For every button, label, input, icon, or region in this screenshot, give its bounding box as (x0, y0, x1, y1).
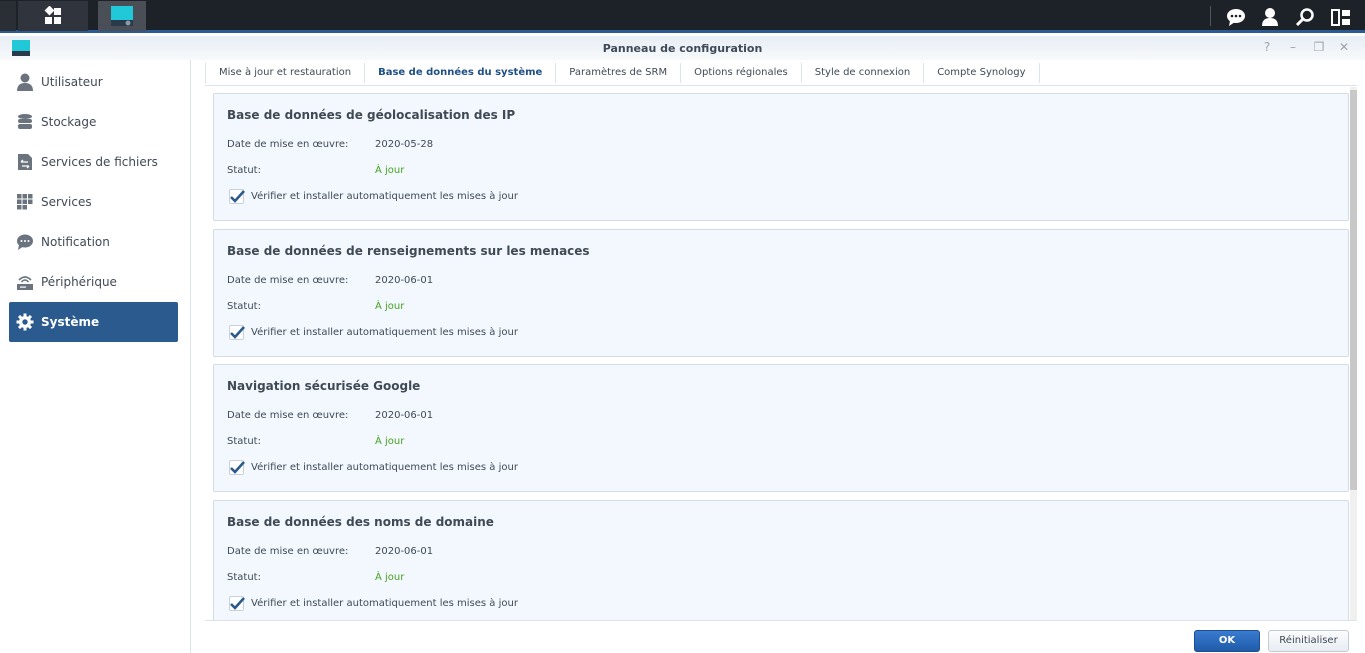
chat-button[interactable] (1223, 4, 1249, 30)
database-panel: Base de données de géolocalisation des I… (205, 87, 1350, 620)
status-value: À jour (375, 572, 405, 583)
checkmark-icon (230, 190, 245, 203)
auto-update-checkbox[interactable] (229, 189, 245, 204)
file-services-icon (18, 154, 32, 170)
sidebar-item-label: Utilisateur (41, 75, 103, 89)
sidebar-item-notification[interactable]: Notification (9, 222, 178, 262)
auto-update-label[interactable]: Vérifier et installer automatiquement le… (251, 598, 518, 609)
show-desktop-button[interactable] (0, 1, 16, 31)
date-value: 2020-05-28 (375, 139, 434, 150)
tab-parametres-srm[interactable]: Paramètres de SRM (555, 62, 680, 83)
auto-update-checkbox[interactable] (229, 325, 245, 340)
sidebar-item-label: Système (41, 315, 100, 329)
checkmark-icon (230, 597, 245, 610)
status-value: À jour (375, 436, 405, 447)
close-button[interactable]: ✕ (1337, 40, 1351, 54)
taskbar (0, 0, 1365, 33)
taskbar-divider (1210, 6, 1211, 26)
database-card: Base de données des noms de domaine Date… (213, 500, 1349, 620)
date-label: Date de mise en œuvre: (227, 275, 349, 286)
status-value: À jour (375, 165, 405, 176)
sidebar-item-label: Services de fichiers (41, 155, 158, 169)
ok-button[interactable]: OK (1194, 630, 1260, 652)
control-panel-taskbar-button[interactable] (98, 1, 146, 31)
status-label: Statut: (227, 436, 261, 447)
search-button[interactable] (1292, 4, 1318, 30)
date-value: 2020-06-01 (375, 275, 434, 286)
help-button[interactable]: ? (1260, 40, 1274, 54)
sidebar-item-services[interactable]: Services (9, 182, 178, 222)
card-title: Navigation sécurisée Google (227, 379, 421, 393)
user-button[interactable] (1257, 4, 1283, 30)
tab-compte-synology[interactable]: Compte Synology (923, 62, 1040, 83)
sidebar-item-label: Services (41, 195, 92, 209)
main-menu-button[interactable] (18, 1, 88, 31)
chat-icon (17, 234, 33, 250)
tab-options-regionales[interactable]: Options régionales (680, 62, 801, 83)
sidebar-item-label: Notification (41, 235, 110, 249)
database-card: Base de données de géolocalisation des I… (213, 93, 1349, 221)
checkmark-icon (230, 461, 245, 474)
restore-button[interactable]: ❐ (1312, 40, 1326, 54)
card-title: Base de données de géolocalisation des I… (227, 108, 516, 122)
tab-bar: Mise à jour et restauration Base de donn… (205, 60, 1357, 86)
footer: OK Réinitialiser (205, 620, 1357, 653)
sidebar: Utilisateur Stockage Services de fichier… (0, 60, 191, 653)
date-label: Date de mise en œuvre: (227, 139, 349, 150)
checkmark-icon (230, 326, 245, 339)
date-label: Date de mise en œuvre: (227, 546, 349, 557)
tab-mise-a-jour[interactable]: Mise à jour et restauration (205, 62, 364, 83)
database-card: Base de données de renseignements sur le… (213, 229, 1349, 357)
widgets-button[interactable] (1328, 4, 1354, 30)
auto-update-label[interactable]: Vérifier et installer automatiquement le… (251, 462, 518, 473)
control-panel-icon (111, 6, 133, 26)
router-icon (17, 276, 33, 290)
user-icon (1262, 8, 1278, 26)
auto-update-label[interactable]: Vérifier et installer automatiquement le… (251, 327, 518, 338)
auto-update-checkbox[interactable] (229, 596, 245, 611)
sidebar-item-stockage[interactable]: Stockage (9, 102, 178, 142)
tab-style-connexion[interactable]: Style de connexion (800, 62, 923, 83)
sidebar-item-label: Stockage (41, 115, 97, 129)
tab-base-de-donnees[interactable]: Base de données du système (364, 62, 555, 83)
card-title: Base de données des noms de domaine (227, 515, 494, 529)
reset-button[interactable]: Réinitialiser (1268, 630, 1349, 652)
gear-icon (16, 313, 34, 331)
window-title: Panneau de configuration (602, 42, 763, 55)
grid-icon (17, 194, 33, 210)
database-card: Navigation sécurisée Google Date de mise… (213, 364, 1349, 492)
user-icon (17, 73, 33, 91)
sidebar-item-peripherique[interactable]: Périphérique (9, 262, 178, 302)
sidebar-item-label: Périphérique (41, 275, 117, 289)
sidebar-item-utilisateur[interactable]: Utilisateur (9, 62, 178, 102)
status-value: À jour (375, 301, 405, 312)
database-icon (18, 114, 32, 129)
status-label: Statut: (227, 165, 261, 176)
window-titlebar[interactable]: Panneau de configuration ? – ❐ ✕ (0, 36, 1365, 60)
status-label: Statut: (227, 572, 261, 583)
chat-icon (1227, 9, 1245, 26)
widgets-icon (1331, 9, 1350, 26)
status-label: Statut: (227, 301, 261, 312)
scrollbar-thumb[interactable] (1350, 90, 1357, 490)
auto-update-checkbox[interactable] (229, 460, 245, 475)
date-label: Date de mise en œuvre: (227, 410, 349, 421)
sidebar-item-systeme[interactable]: Système (9, 302, 178, 342)
auto-update-label[interactable]: Vérifier et installer automatiquement le… (251, 191, 518, 202)
minimize-button[interactable]: – (1286, 40, 1300, 54)
search-icon (1295, 8, 1314, 27)
main-menu-icon (44, 6, 61, 24)
sidebar-item-services-de-fichiers[interactable]: Services de fichiers (9, 142, 178, 182)
card-title: Base de données de renseignements sur le… (227, 244, 590, 258)
scrollbar[interactable] (1350, 87, 1357, 620)
date-value: 2020-06-01 (375, 410, 434, 421)
date-value: 2020-06-01 (375, 546, 434, 557)
